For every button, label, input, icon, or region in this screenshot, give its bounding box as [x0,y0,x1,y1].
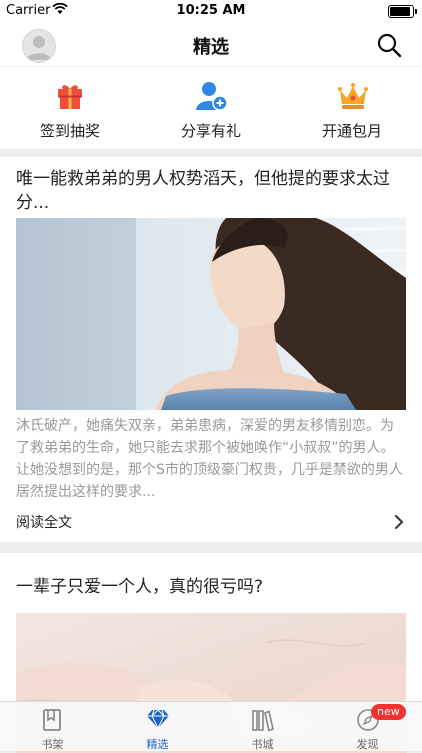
bookshelf-icon [43,709,61,731]
quick-action-label: 签到抽奖 [39,122,100,140]
tab-featured[interactable]: 精选 [105,702,210,751]
chevron-right-icon[interactable] [394,514,404,530]
search-icon[interactable] [376,32,402,58]
article-title[interactable]: 一辈子只爱一个人，真的很亏吗? [16,575,406,599]
article-cover-image[interactable] [16,218,406,410]
status-bar: Carrier 10:25 AM [0,0,422,22]
tab-bar: 书架 精选 书城 发现 new [0,701,422,751]
bookstore-icon [252,710,274,732]
new-badge: new [371,704,406,720]
tab-discover[interactable]: 发现 new [315,702,420,751]
quick-action-label: 开通包月 [321,122,382,140]
monthly-subscription-button[interactable]: 开通包月 [282,67,422,149]
clock: 10:25 AM [176,3,246,18]
article-title[interactable]: 唯一能救弟弟的男人权势滔天，但他提的要求太过分... [16,167,406,215]
gift-icon [58,85,82,109]
quick-action-label: 分享有礼 [180,122,241,140]
tab-bookstore[interactable]: 书城 [210,702,315,751]
article-summary: 沐氏破产，她痛失双亲，弟弟患病，深爱的男友移情别恋。为了救弟弟的生命，她只能去求… [16,418,403,500]
share-gift-button[interactable]: 分享有礼 [141,67,281,149]
nav-bar: 精选 [0,22,422,66]
read-more-link[interactable]: 阅读全文 [16,512,72,532]
quick-actions: 签到抽奖 分享有礼 开通包月 [0,66,422,149]
tab-bookshelf[interactable]: 书架 [0,702,105,751]
battery-icon [388,5,417,18]
article-card[interactable]: 唯一能救弟弟的男人权势滔天，但他提的要求太过分... 沐氏破产，她痛失双亲，弟弟… [0,157,422,542]
diamond-icon [147,709,169,730]
user-add-icon [196,82,228,111]
crown-icon [338,83,368,109]
sign-in-lottery-button[interactable]: 签到抽奖 [0,67,140,149]
page-title: 精选 [193,37,229,58]
